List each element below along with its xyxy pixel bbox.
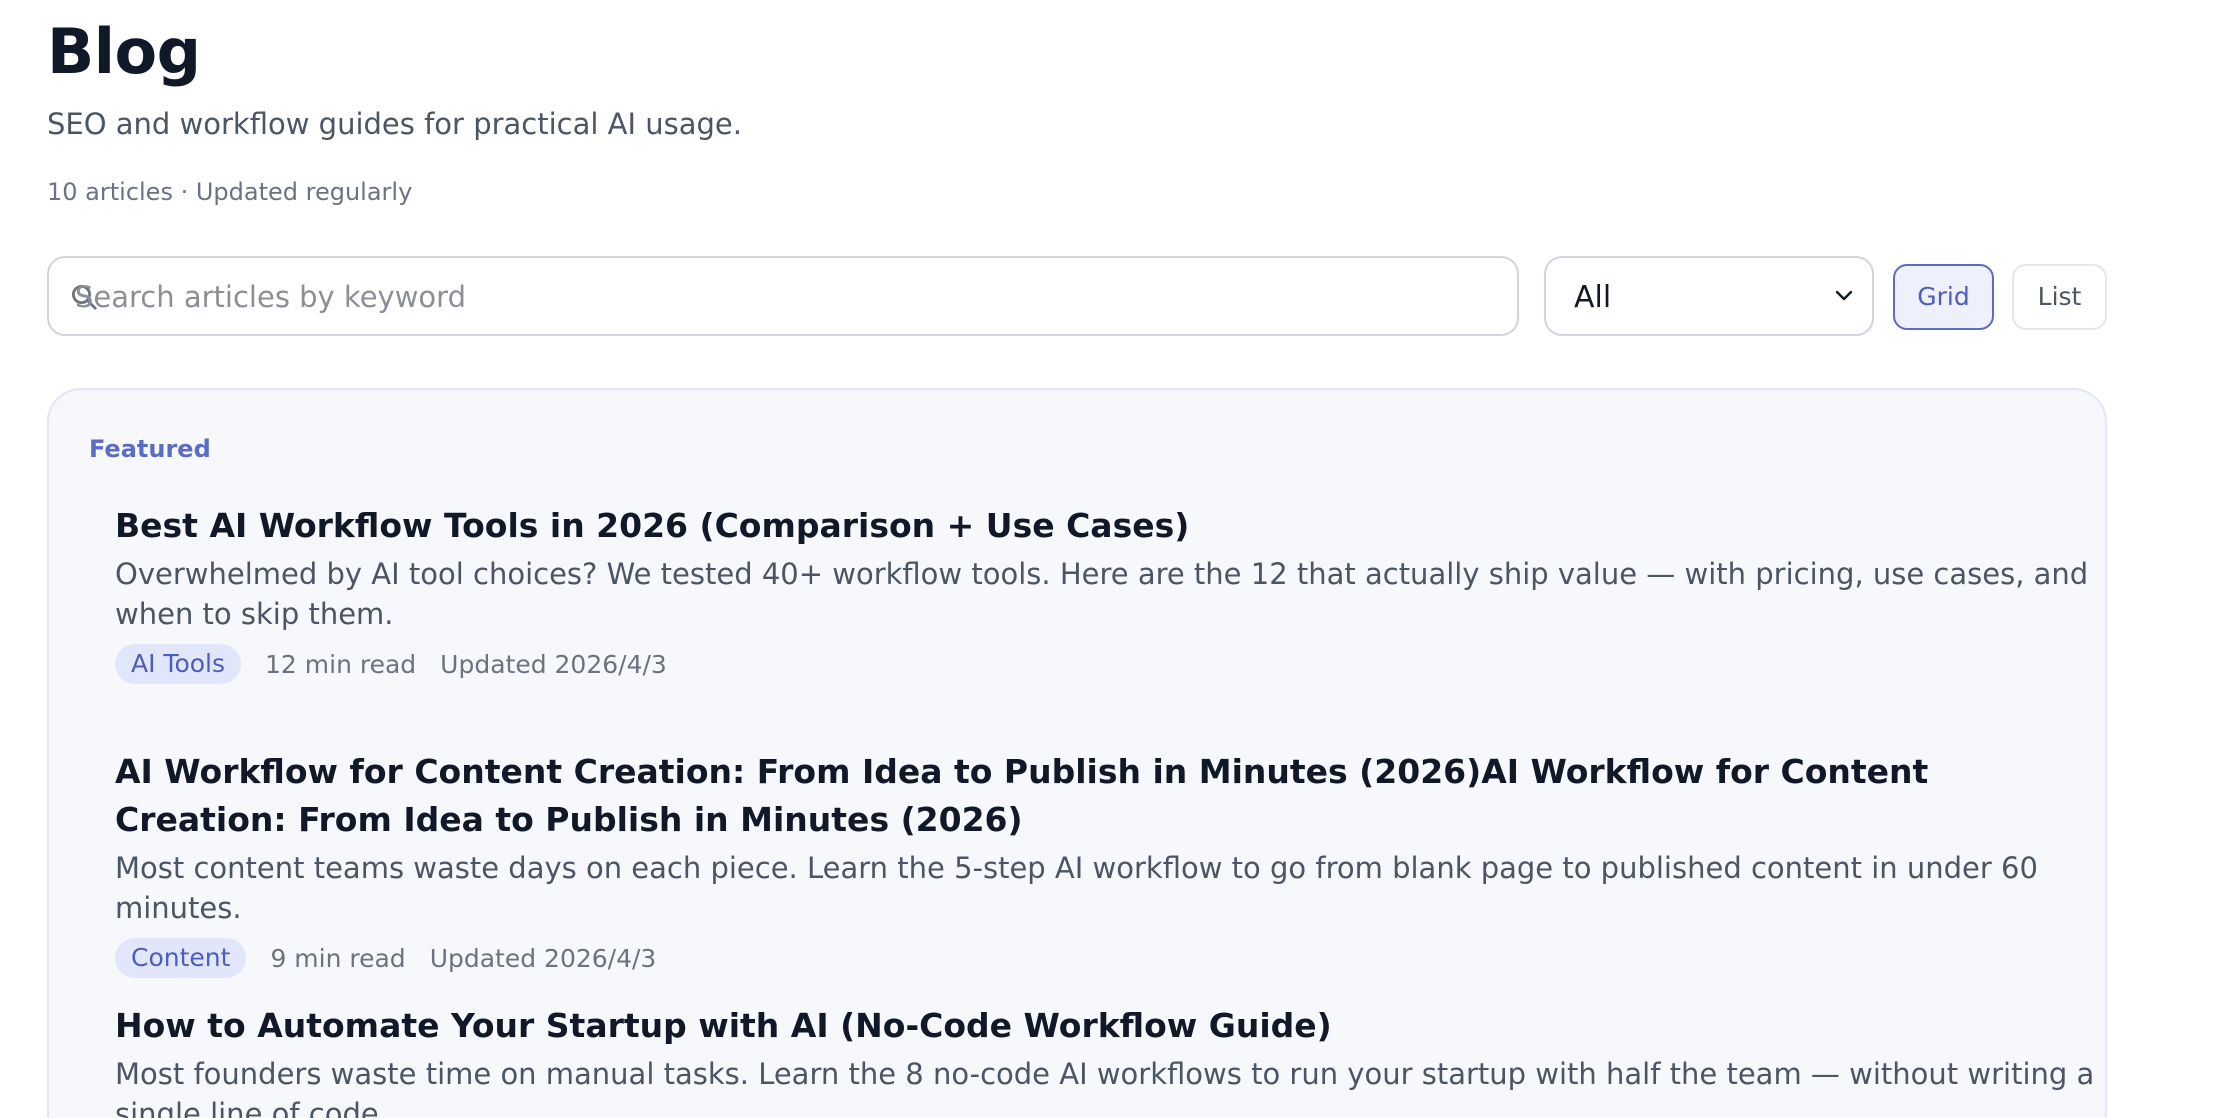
article-title[interactable]: How to Automate Your Startup with AI (No… [115, 1002, 2095, 1050]
featured-article[interactable]: AI Workflow for Content Creation: From I… [115, 748, 2095, 978]
article-meta: Content 9 min read Updated 2026/4/3 [115, 938, 2095, 978]
category-select[interactable]: All [1544, 256, 1874, 336]
page-title: Blog [47, 15, 201, 88]
featured-article[interactable]: Best AI Workflow Tools in 2026 (Comparis… [115, 502, 2095, 684]
article-description: Most founders waste time on manual tasks… [115, 1057, 2095, 1118]
article-meta: AI Tools 12 min read Updated 2026/4/3 [115, 644, 2095, 684]
featured-article[interactable]: How to Automate Your Startup with AI (No… [115, 1002, 2095, 1118]
featured-label: Featured [89, 435, 211, 463]
updated-date: Updated 2026/4/3 [429, 943, 657, 973]
article-description: Most content teams waste days on each pi… [115, 851, 2038, 925]
search-input[interactable] [73, 258, 1497, 336]
filter-controls: All Grid List [47, 256, 2107, 340]
category-tag[interactable]: AI Tools [115, 644, 242, 684]
category-tag[interactable]: Content [115, 938, 247, 978]
updated-date: Updated 2026/4/3 [440, 649, 667, 679]
search-box[interactable] [47, 256, 1519, 336]
article-count-meta: 10 articles · Updated regularly [47, 178, 413, 206]
list-view-button[interactable]: List [2012, 264, 2107, 330]
article-title[interactable]: Best AI Workflow Tools in 2026 (Comparis… [115, 502, 2095, 550]
read-time: 9 min read [270, 943, 406, 973]
page-subtitle: SEO and workflow guides for practical AI… [47, 107, 742, 141]
category-select-value: All [1574, 280, 1612, 315]
article-description: Overwhelmed by AI tool choices? We teste… [115, 557, 2089, 631]
article-title[interactable]: AI Workflow for Content Creation: From I… [115, 748, 2095, 844]
chevron-down-icon [1835, 290, 1853, 301]
grid-view-button[interactable]: Grid [1893, 264, 1994, 330]
read-time: 12 min read [265, 649, 417, 679]
featured-section: Featured Best AI Workflow Tools in 2026 … [47, 388, 2107, 1118]
